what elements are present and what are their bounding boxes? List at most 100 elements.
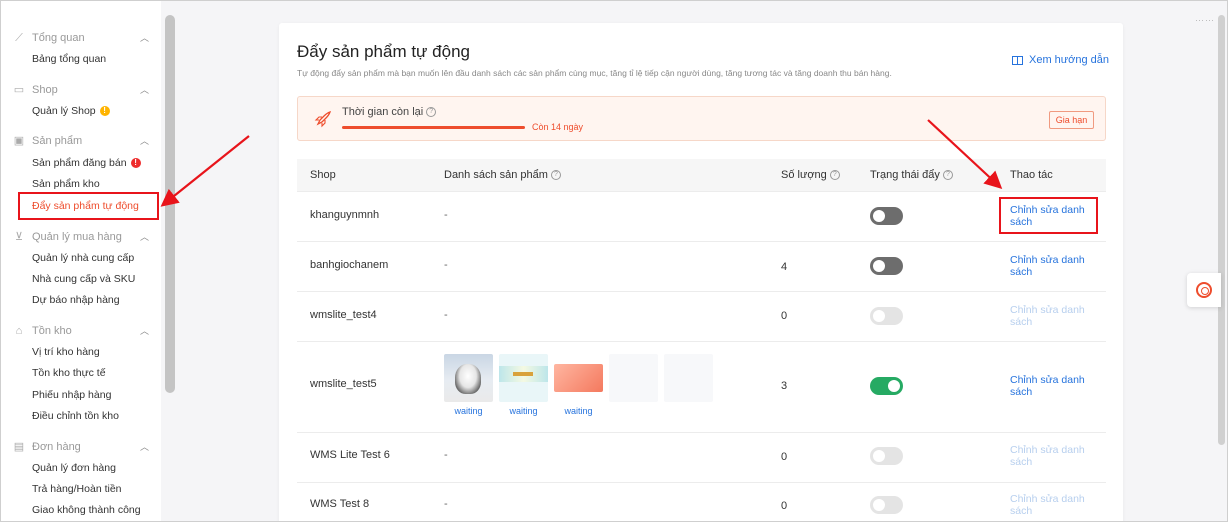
sidebar-group-overview[interactable]: ⟋ Tổng quan ︿: [13, 31, 149, 44]
clipboard-icon: ▤: [13, 440, 25, 453]
shop-name: WMS Test 8: [310, 498, 370, 510]
annotation-highlight-action: [999, 197, 1098, 234]
sidebar-item-failed-delivery[interactable]: Giao không thành công: [32, 504, 141, 516]
chevron-up-icon: ︿: [139, 326, 149, 336]
edit-list-link[interactable]: Chỉnh sửa danh sách: [1010, 254, 1100, 278]
thumbnail-status: waiting: [509, 406, 538, 416]
table-row: WMS Lite Test 6 - 0 Chỉnh sửa danh sách: [297, 433, 1106, 483]
sidebar: ⟋ Tổng quan ︿ Bảng tổng quan ▭ Shop ︿ Qu…: [1, 1, 161, 521]
shop-name: khanguynmnh: [310, 209, 380, 221]
push-status-toggle[interactable]: [870, 207, 903, 225]
sidebar-item-actual-stock[interactable]: Tồn kho thực tế: [32, 367, 106, 379]
shop-name: banhgiochanem: [310, 259, 389, 271]
sidebar-item-dashboard[interactable]: Bảng tổng quan: [32, 53, 106, 65]
sidebar-item-locations[interactable]: Vị trí kho hàng: [32, 346, 100, 358]
shop-name: wmslite_test5: [310, 378, 377, 390]
shop-name: WMS Lite Test 6: [310, 449, 390, 461]
renew-button[interactable]: Gia hạn: [1049, 111, 1094, 129]
col-products: Danh sách sản phẩm?: [444, 169, 561, 181]
product-thumbnail[interactable]: waiting: [444, 354, 493, 416]
time-progress-bar: [342, 126, 525, 129]
lifebuoy-icon: [1196, 282, 1212, 298]
sidebar-group-products[interactable]: ▣ Sản phẩm ︿: [13, 134, 149, 147]
alert-icon: !: [130, 158, 141, 169]
more-icon[interactable]: ⋯⋯: [1195, 15, 1215, 26]
edit-list-link[interactable]: Chỉnh sửa danh sách: [1010, 444, 1100, 468]
sidebar-item-warehouse-products[interactable]: Sản phẩm kho: [32, 178, 100, 190]
quantity: 0: [781, 310, 788, 322]
page-description: Tự động đẩy sản phẩm mà bạn muốn lên đầu…: [297, 68, 892, 78]
chevron-up-icon: ︿: [139, 442, 149, 452]
col-status: Trạng thái đẩy?: [870, 169, 953, 181]
page-scrollbar[interactable]: [1218, 15, 1225, 445]
shop-icon: ▭: [13, 83, 25, 96]
sidebar-item-listed-products[interactable]: Sản phẩm đăng bán!: [32, 157, 141, 169]
product-list: -: [444, 309, 448, 321]
table-header: Shop Danh sách sản phẩm? Số lượng? Trạng…: [297, 159, 1106, 192]
help-icon[interactable]: ?: [426, 107, 437, 118]
sidebar-group-purchasing[interactable]: ⊻ Quản lý mua hàng ︿: [13, 230, 149, 243]
sidebar-item-returns[interactable]: Trả hàng/Hoàn tiền: [32, 483, 122, 495]
quantity: 4: [781, 261, 788, 273]
edit-list-link[interactable]: Chỉnh sửa danh sách: [1010, 493, 1100, 517]
table-row: WMS Test 8 - 0 Chỉnh sửa danh sách: [297, 483, 1106, 521]
push-status-toggle[interactable]: [870, 257, 903, 275]
chevron-up-icon: ︿: [139, 232, 149, 242]
table-row: wmslite_test4 - 0 Chỉnh sửa danh sách: [297, 292, 1106, 342]
quantity: 0: [781, 500, 788, 512]
annotation-arrow-sidebar: [160, 135, 250, 207]
cart-icon: ⊻: [14, 230, 24, 243]
days-remaining: Còn 14 ngày: [532, 122, 584, 132]
quantity: 0: [781, 451, 788, 463]
sidebar-group-orders[interactable]: ▤ Đơn hàng ︿: [13, 440, 149, 453]
sidebar-group-shop[interactable]: ▭ Shop ︿: [13, 83, 149, 96]
help-icon[interactable]: ?: [550, 170, 561, 181]
sidebar-item-suppliers[interactable]: Quản lý nhà cung cấp: [32, 252, 134, 264]
push-status-toggle[interactable]: [870, 447, 903, 465]
warehouse-icon: ⌂: [15, 324, 23, 337]
push-status-toggle[interactable]: [870, 496, 903, 514]
product-thumbnail[interactable]: waiting: [554, 354, 603, 416]
sidebar-item-orders[interactable]: Quản lý đơn hàng: [32, 462, 116, 474]
sidebar-item-manage-shop[interactable]: Quản lý Shop!: [32, 105, 110, 117]
support-button[interactable]: [1187, 273, 1221, 307]
product-list: -: [444, 449, 448, 461]
page-title: Đẩy sản phẩm tự động: [297, 42, 470, 61]
sidebar-item-adjust-stock[interactable]: Điều chỉnh tồn kho: [32, 410, 119, 422]
empty-slot: [609, 354, 658, 414]
product-list: -: [444, 209, 448, 221]
help-icon[interactable]: ?: [829, 170, 840, 181]
col-shop: Shop: [310, 169, 336, 181]
app-frame: ⟋ Tổng quan ︿ Bảng tổng quan ▭ Shop ︿ Qu…: [0, 0, 1228, 522]
thumbnail-status: waiting: [564, 406, 593, 416]
sidebar-item-forecast[interactable]: Dự báo nhập hàng: [32, 294, 120, 306]
chart-line-icon: ⟋: [15, 31, 23, 44]
table-row: banhgiochanem - 4 Chỉnh sửa danh sách: [297, 242, 1106, 292]
chevron-up-icon: ︿: [139, 136, 149, 146]
edit-list-link[interactable]: Chỉnh sửa danh sách: [1010, 304, 1100, 328]
product-thumbnails: waiting waiting waiting: [444, 354, 719, 416]
guide-link[interactable]: Xem hướng dẫn: [1012, 54, 1109, 66]
sidebar-item-supplier-sku[interactable]: Nhà cung cấp và SKU: [32, 273, 135, 285]
sidebar-group-inventory[interactable]: ⌂ Tồn kho ︿: [13, 324, 149, 337]
table-row: khanguynmnh - Chỉnh sửa danh sách: [297, 192, 1106, 242]
warning-icon: !: [99, 106, 110, 117]
push-status-toggle[interactable]: [870, 307, 903, 325]
help-icon[interactable]: ?: [942, 170, 953, 181]
sidebar-scrollbar[interactable]: [165, 15, 175, 393]
empty-slot: [664, 354, 713, 414]
product-thumbnail[interactable]: waiting: [499, 354, 548, 416]
rocket-icon: [314, 110, 332, 128]
shop-name: wmslite_test4: [310, 309, 377, 321]
chevron-up-icon: ︿: [139, 85, 149, 95]
edit-list-link[interactable]: Chỉnh sửa danh sách: [1010, 374, 1100, 398]
sidebar-item-receipts[interactable]: Phiếu nhập hàng: [32, 389, 111, 401]
annotation-highlight-sidebar: [18, 192, 159, 220]
product-image: [554, 364, 603, 392]
chevron-up-icon: ︿: [139, 33, 149, 43]
table-row: wmslite_test5 waiting waiting waiting 3 …: [297, 342, 1106, 433]
time-remaining-label: Thời gian còn lại?: [342, 106, 437, 118]
product-image: [499, 354, 548, 402]
product-list: -: [444, 498, 448, 510]
push-status-toggle[interactable]: [870, 377, 903, 395]
